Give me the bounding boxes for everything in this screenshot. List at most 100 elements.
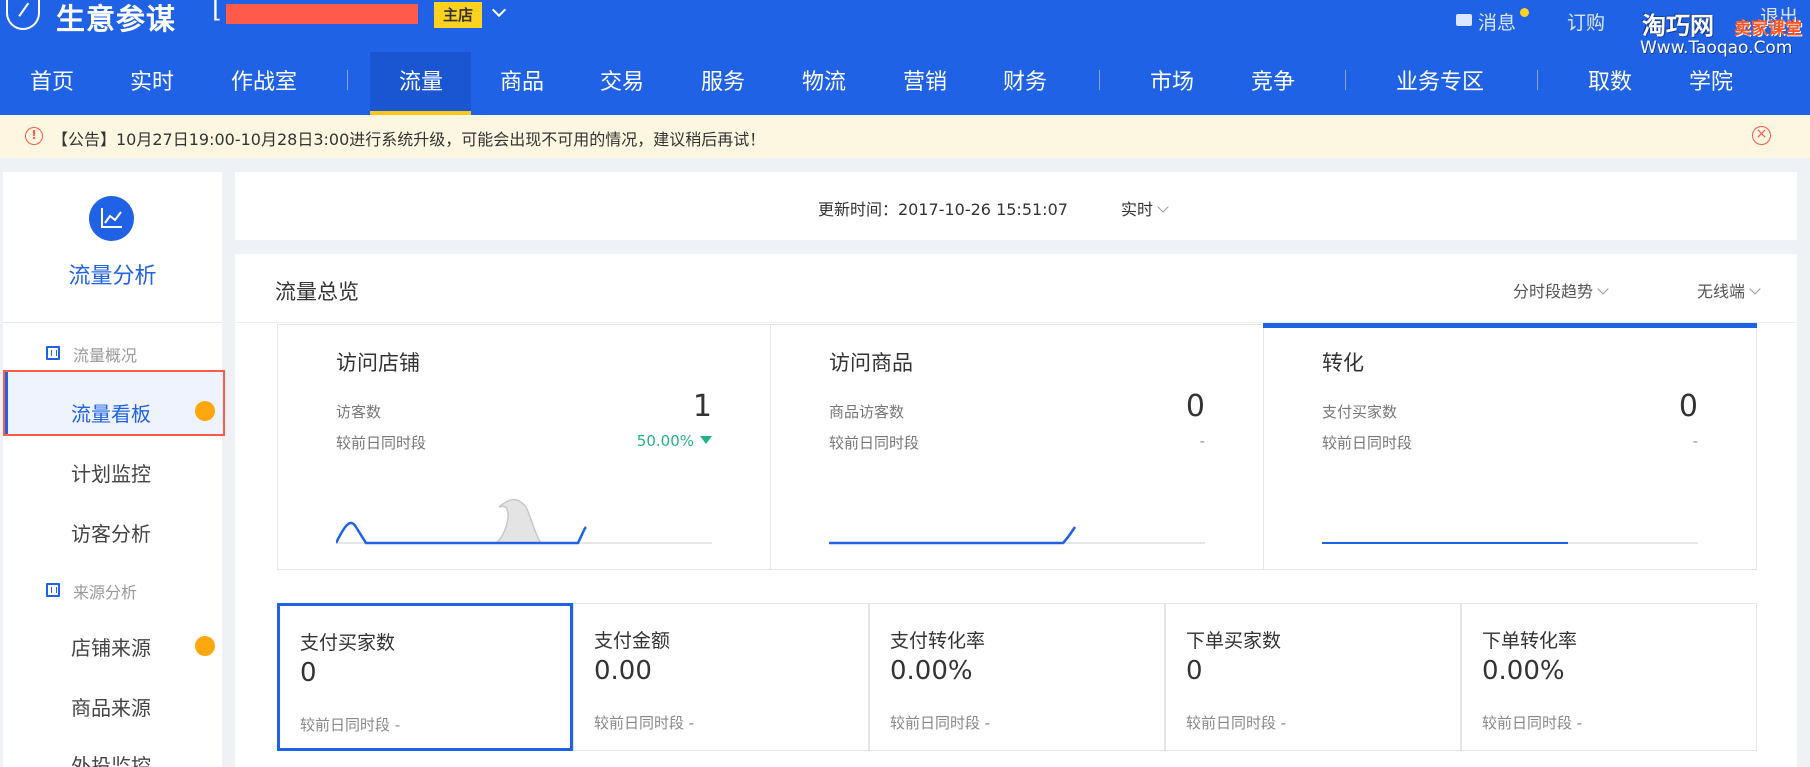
update-time-bar: 更新时间：2017-10-26 15:51:07 实时 — [235, 172, 1797, 240]
nav-transactions[interactable]: 交易 — [600, 64, 644, 96]
nav-business-zone[interactable]: 业务专区 — [1396, 64, 1484, 96]
metric-pay-amount[interactable]: 支付金额 0.00 较前日同时段 - — [573, 603, 869, 751]
card-compare-label: 较前日同时段 — [829, 434, 920, 452]
metric-order-conversion[interactable]: 下单转化率 0.00% 较前日同时段 - — [1461, 603, 1757, 751]
line-chart-icon — [89, 196, 134, 241]
metric-value: 0 — [300, 658, 317, 688]
watermark-tag: 卖家课堂 — [1734, 19, 1802, 39]
card-compare-label: 较前日同时段 — [1322, 434, 1413, 452]
card-value: 1 — [692, 389, 712, 424]
building-icon — [46, 346, 60, 360]
sparkline-chart — [1322, 542, 1698, 544]
card-title: 转化 — [1322, 351, 1364, 375]
card-active-indicator — [1263, 323, 1757, 328]
nav-separator — [347, 70, 348, 90]
metric-value: 0.00% — [890, 656, 973, 686]
arrow-down-icon — [700, 436, 712, 444]
card-value: 0 — [1185, 389, 1205, 424]
device-label: 无线端 — [1697, 282, 1746, 301]
sidebar-item-product-source[interactable]: 商品来源 — [71, 692, 151, 721]
trend-select[interactable]: 分时段趋势 — [1513, 278, 1609, 302]
sparkline-chart — [336, 498, 712, 545]
chevron-down-icon — [1749, 283, 1761, 295]
metric-pay-buyers[interactable]: 支付买家数 0 较前日同时段 - — [277, 603, 573, 751]
alert-circle-icon: ! — [25, 127, 43, 145]
card-compare-value: - — [1692, 432, 1698, 450]
building-icon — [46, 583, 60, 597]
close-icon[interactable]: × — [1752, 126, 1771, 145]
card-compare-value: 50.00% — [637, 432, 712, 450]
sidebar-item-traffic-board[interactable]: 流量看板 — [71, 398, 151, 427]
card-title: 访问店铺 — [336, 351, 420, 375]
nav-academy[interactable]: 学院 — [1689, 64, 1733, 96]
mode-select[interactable]: 实时 — [1121, 196, 1169, 220]
metric-pay-conversion[interactable]: 支付转化率 0.00% 较前日同时段 - — [869, 603, 1165, 751]
nav-finance[interactable]: 财务 — [1003, 64, 1047, 96]
nav-market[interactable]: 市场 — [1150, 64, 1194, 96]
app-title: 生意参谋 — [56, 2, 177, 36]
mode-label: 实时 — [1121, 200, 1154, 219]
metric-compare: 较前日同时段 - — [1186, 714, 1287, 732]
card-title: 访问商品 — [829, 351, 913, 375]
nav-traffic[interactable]: 流量 — [399, 64, 443, 96]
metric-title: 支付买家数 — [300, 632, 396, 654]
messages-link[interactable]: 消息 — [1478, 8, 1516, 35]
metric-title: 支付转化率 — [890, 630, 986, 652]
metric-compare: 较前日同时段 - — [594, 714, 695, 732]
metric-title: 下单转化率 — [1482, 630, 1578, 652]
metric-order-buyers[interactable]: 下单买家数 0 较前日同时段 - — [1165, 603, 1461, 751]
card-compare-label: 较前日同时段 — [336, 434, 427, 452]
announcement-bar: ! 【公告】10月27日19:00-10月28日3:00进行系统升级，可能会出现… — [0, 115, 1810, 158]
sidebar-item-plan-monitor[interactable]: 计划监控 — [71, 458, 151, 487]
compass-icon — [6, 0, 40, 30]
chevron-down-icon — [1597, 283, 1609, 295]
nav-logistics[interactable]: 物流 — [802, 64, 846, 96]
metric-compare: 较前日同时段 - — [890, 714, 991, 732]
visitor-line — [829, 526, 1077, 545]
device-select[interactable]: 无线端 — [1697, 278, 1761, 302]
shop-badge: 主店 — [434, 2, 482, 28]
card-value: 0 — [1678, 389, 1698, 424]
nav-war-room[interactable]: 作战室 — [231, 64, 297, 96]
nav-products[interactable]: 商品 — [500, 64, 544, 96]
compare-peak — [493, 498, 543, 544]
sidebar-item-external-monitor[interactable]: 外投监控 — [71, 750, 151, 767]
sidebar-title: 流量分析 — [68, 264, 157, 289]
shop-switch-chevron-icon[interactable] — [491, 2, 507, 18]
metric-title: 下单买家数 — [1186, 630, 1282, 652]
nav-service[interactable]: 服务 — [701, 64, 745, 96]
orders-link[interactable]: 订购 — [1567, 8, 1605, 35]
chevron-down-icon — [1157, 201, 1169, 213]
nav-competition[interactable]: 竞争 — [1251, 64, 1295, 96]
metric-value: 0.00 — [594, 656, 652, 686]
sidebar-item-visitor-analysis[interactable]: 访客分析 — [71, 518, 151, 547]
sidebar-group-source: 来源分析 — [73, 583, 138, 602]
nav-separator — [1099, 70, 1100, 90]
card-label: 商品访客数 — [829, 403, 905, 421]
sidebar-divider — [3, 322, 222, 323]
sidebar-item-shop-source[interactable]: 店铺来源 — [71, 632, 151, 661]
redacted-shop-name — [226, 4, 418, 24]
top-header: 生意参谋 [ 主店 消息 订购 退出 淘巧网 卖家课堂 Www.Taoqao.C… — [0, 0, 1810, 115]
envelope-icon[interactable] — [1456, 14, 1472, 26]
nav-data-fetch[interactable]: 取数 — [1588, 64, 1632, 96]
card-label: 支付买家数 — [1322, 403, 1398, 421]
status-dot — [195, 401, 215, 421]
card-visit-shop[interactable]: 访问店铺 访客数 1 较前日同时段 50.00% — [277, 324, 771, 570]
nav-home[interactable]: 首页 — [30, 64, 74, 96]
metric-compare: 较前日同时段 - — [1482, 714, 1583, 732]
traffic-overview-panel: 流量总览 分时段趋势 无线端 访问店铺 访客数 1 较前日同时段 50.00% … — [235, 254, 1797, 767]
update-time: 更新时间：2017-10-26 15:51:07 — [818, 200, 1068, 219]
shop-name-bracket: [ — [212, 0, 223, 24]
card-conversion[interactable]: 转化 支付买家数 0 较前日同时段 - — [1263, 323, 1757, 570]
sidebar-group-overview: 流量概况 — [73, 346, 138, 365]
card-visit-product[interactable]: 访问商品 商品访客数 0 较前日同时段 - — [770, 324, 1264, 570]
metric-value: 0 — [1186, 656, 1203, 686]
nav-realtime[interactable]: 实时 — [130, 64, 174, 96]
sidebar: 流量分析 流量概况 流量看板 计划监控 访客分析 来源分析 店铺来源 商品来源 … — [3, 172, 225, 767]
unread-dot — [1520, 8, 1529, 17]
watermark-site: 淘巧网 — [1642, 12, 1714, 40]
sparkline-chart — [829, 526, 1205, 545]
card-label: 访客数 — [336, 403, 382, 421]
nav-marketing[interactable]: 营销 — [903, 64, 947, 96]
